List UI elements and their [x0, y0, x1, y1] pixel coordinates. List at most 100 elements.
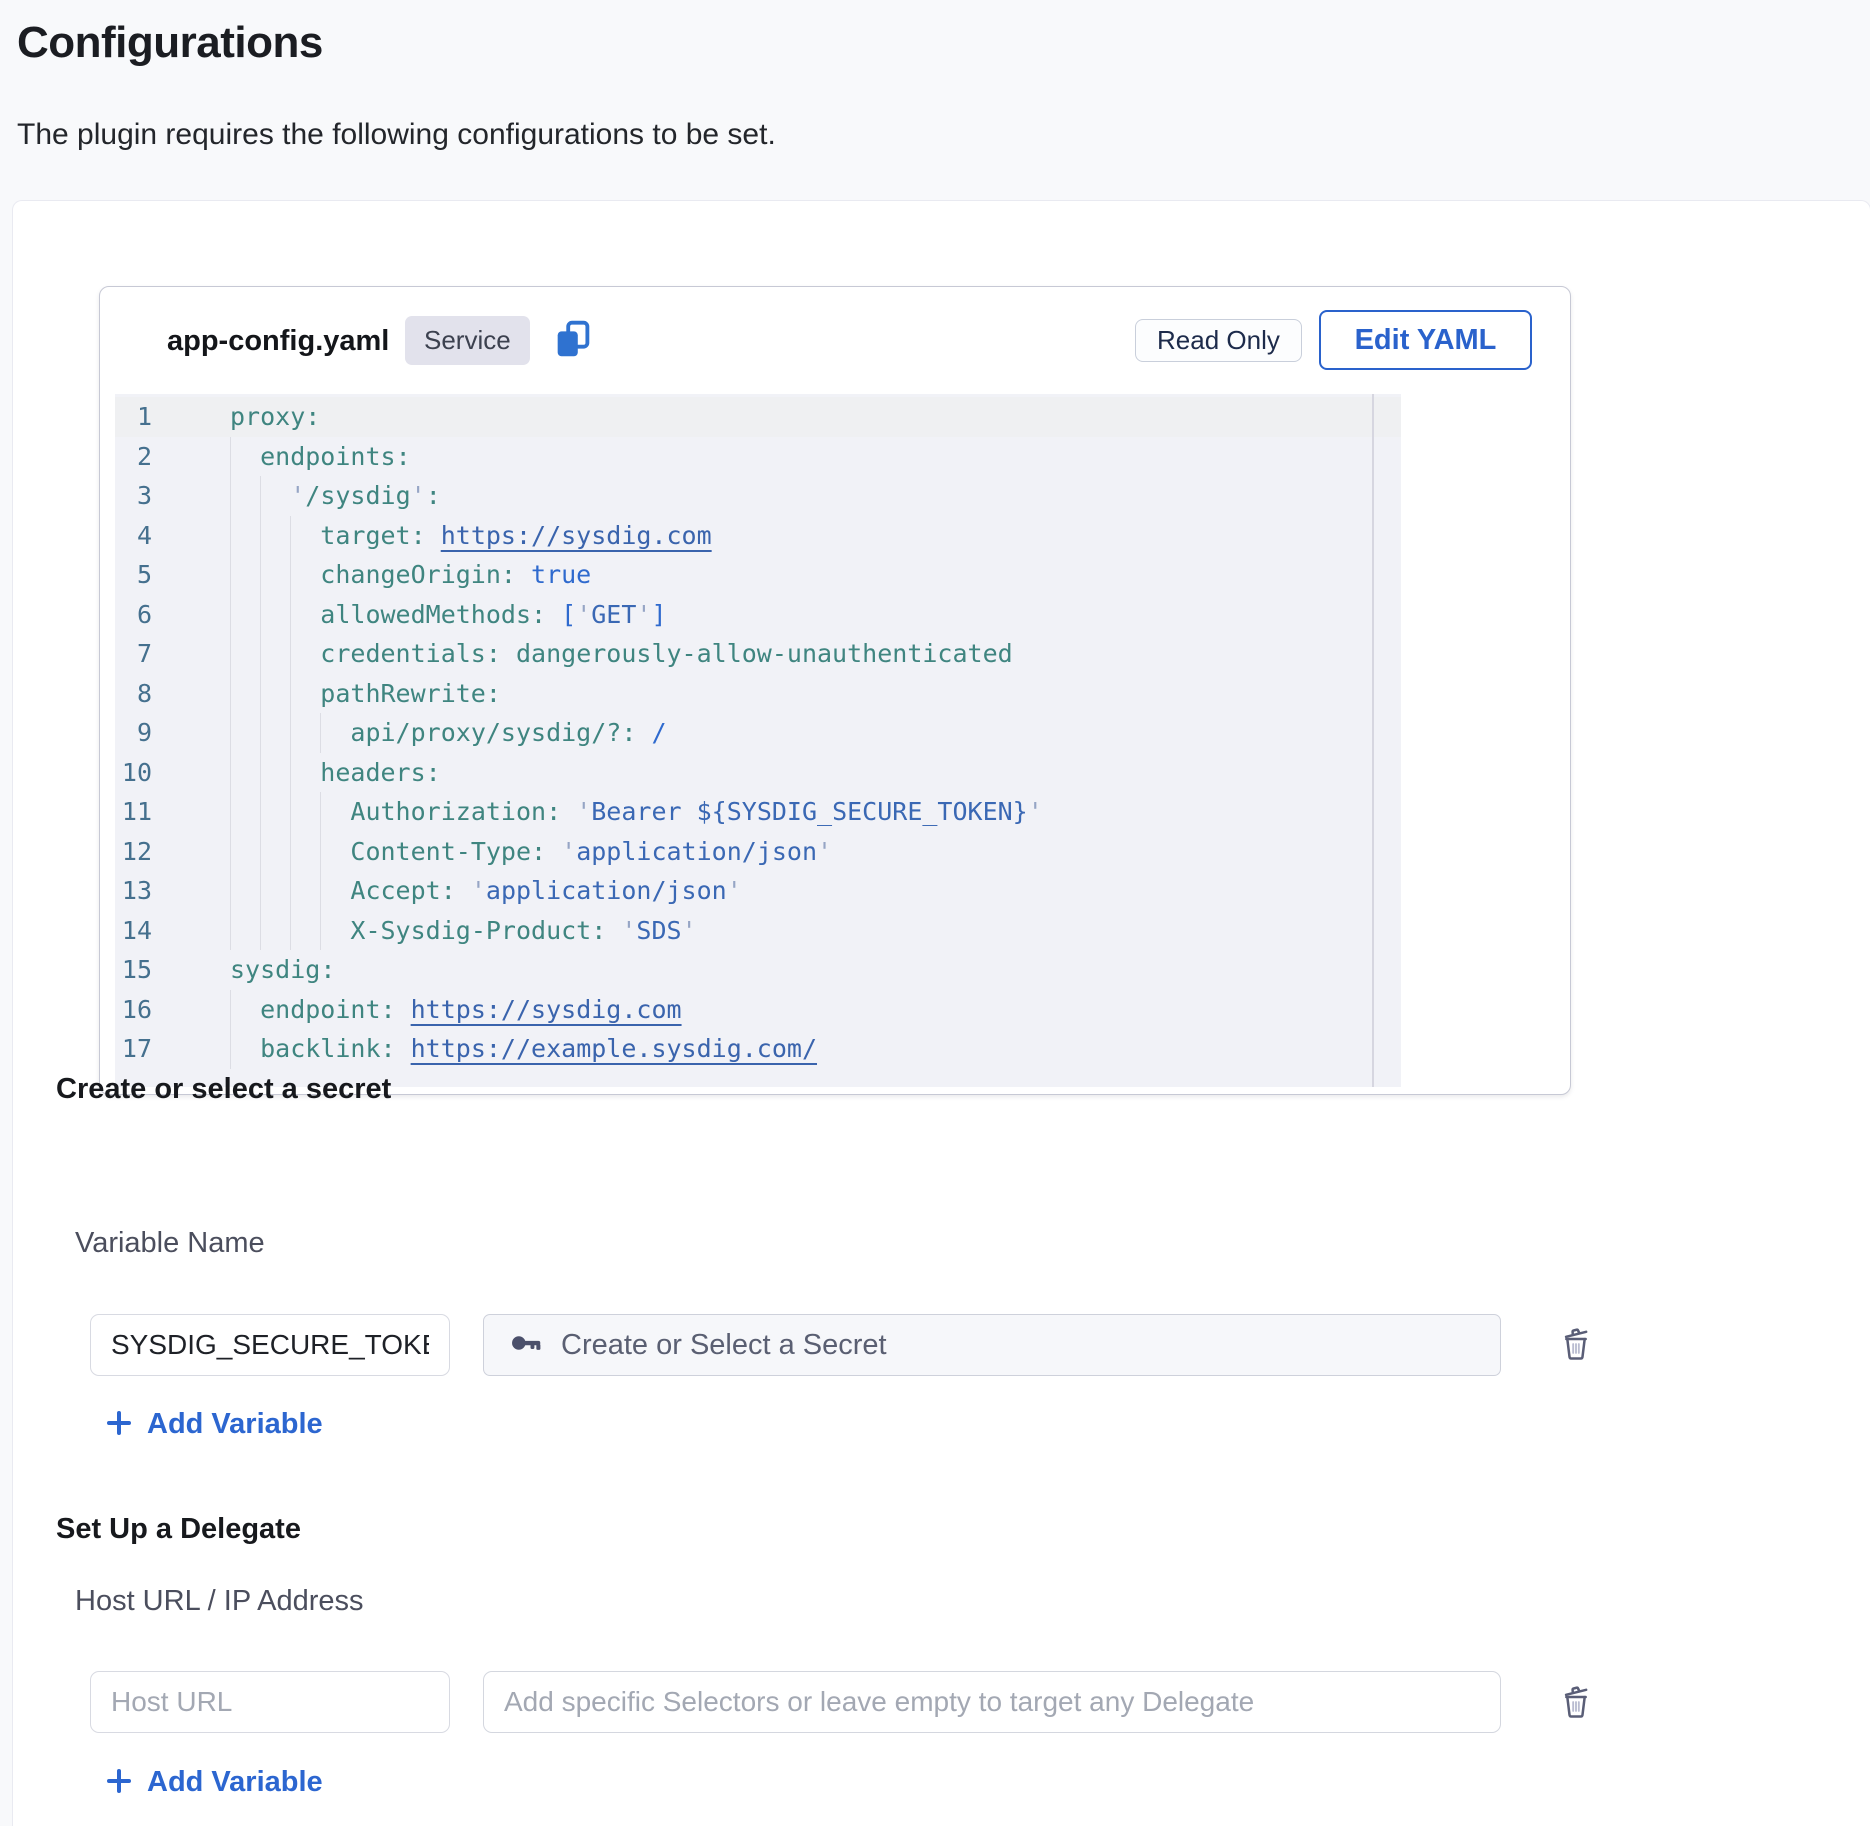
add-variable-label: Add Variable: [147, 1408, 323, 1441]
copy-button[interactable]: [549, 316, 597, 364]
line-number: 14: [115, 911, 152, 951]
delete-delegate-button[interactable]: [1555, 1681, 1597, 1723]
code-line: 10headers:: [115, 753, 1401, 793]
code-line: 5changeOrigin: true: [115, 555, 1401, 595]
indent-guide: [290, 871, 291, 911]
indent-guide: [290, 516, 291, 556]
line-number: 5: [115, 555, 152, 595]
key-icon: [508, 1325, 544, 1366]
secret-select-label: Create or Select a Secret: [561, 1329, 887, 1362]
code-area[interactable]: 1proxy:2endpoints:3'/sysdig':4target: ht…: [115, 394, 1401, 1087]
content-panel: app-config.yaml Service Read Only Edit Y…: [12, 200, 1870, 1826]
indent-guide: [290, 674, 291, 714]
read-only-badge: Read Only: [1135, 319, 1302, 362]
indent-guide: [230, 516, 231, 556]
line-number: 4: [115, 516, 152, 556]
line-number: 13: [115, 871, 152, 911]
indent-guide: [260, 555, 261, 595]
indent-guide: [320, 713, 321, 753]
indent-guide: [230, 753, 231, 793]
code-line: 14X-Sysdig-Product: 'SDS': [115, 911, 1401, 951]
code-line: 8pathRewrite:: [115, 674, 1401, 714]
code-line: 11Authorization: 'Bearer ${SYSDIG_SECURE…: [115, 792, 1401, 832]
code-line: 6allowedMethods: ['GET']: [115, 595, 1401, 635]
line-number: 2: [115, 437, 152, 477]
indent-guide: [230, 911, 231, 951]
delegate-section-heading: Set Up a Delegate: [56, 1513, 301, 1546]
indent-guide: [290, 753, 291, 793]
line-number: 1: [115, 397, 152, 437]
code-line: 15sysdig:: [115, 950, 1401, 990]
indent-guide: [260, 595, 261, 635]
configurations-page: Configurations The plugin requires the f…: [0, 0, 1870, 1826]
delete-variable-button[interactable]: [1555, 1323, 1597, 1365]
add-variable-button-secret[interactable]: Add Variable: [103, 1407, 323, 1442]
indent-guide: [230, 634, 231, 674]
page-title: Configurations: [17, 18, 323, 68]
indent-guide: [260, 476, 261, 516]
host-url-label: Host URL / IP Address: [75, 1585, 364, 1618]
line-number: 7: [115, 634, 152, 674]
variable-name-input[interactable]: [90, 1314, 450, 1376]
secret-select[interactable]: Create or Select a Secret: [483, 1314, 1501, 1376]
indent-guide: [260, 832, 261, 872]
service-badge: Service: [405, 316, 530, 365]
indent-guide: [230, 595, 231, 635]
trash-icon: [1556, 1709, 1596, 1724]
trash-icon: [1556, 1351, 1596, 1366]
indent-guide: [230, 674, 231, 714]
add-variable-label: Add Variable: [147, 1766, 323, 1799]
code-line: 17backlink: https://example.sysdig.com/: [115, 1029, 1401, 1069]
editor-scrollbar[interactable]: [1372, 394, 1374, 1087]
add-variable-button-delegate[interactable]: Add Variable: [103, 1765, 323, 1800]
line-number: 12: [115, 832, 152, 872]
code-line: 4target: https://sysdig.com: [115, 516, 1401, 556]
plus-icon: [103, 1765, 135, 1800]
code-line: 12Content-Type: 'application/json': [115, 832, 1401, 872]
code-line: 2endpoints:: [115, 437, 1401, 477]
code-line: 3'/sysdig':: [115, 476, 1401, 516]
line-number: 3: [115, 476, 152, 516]
indent-guide: [320, 792, 321, 832]
page-subtitle: The plugin requires the following config…: [17, 118, 776, 152]
indent-guide: [320, 832, 321, 872]
indent-guide: [290, 832, 291, 872]
delegate-selectors-input[interactable]: [483, 1671, 1501, 1733]
indent-guide: [230, 476, 231, 516]
indent-guide: [290, 792, 291, 832]
line-number: 17: [115, 1029, 152, 1069]
line-number: 15: [115, 950, 152, 990]
indent-guide: [290, 911, 291, 951]
line-number: 9: [115, 713, 152, 753]
yaml-filename: app-config.yaml: [167, 325, 389, 358]
indent-guide: [260, 911, 261, 951]
indent-guide: [290, 555, 291, 595]
indent-guide: [230, 990, 231, 1030]
secret-section-heading: Create or select a secret: [56, 1073, 391, 1106]
code-line: 7credentials: dangerously-allow-unauthen…: [115, 634, 1401, 674]
host-url-input[interactable]: [90, 1671, 450, 1733]
edit-yaml-button[interactable]: Edit YAML: [1319, 310, 1532, 370]
line-number: 11: [115, 792, 152, 832]
yaml-card: app-config.yaml Service Read Only Edit Y…: [99, 286, 1571, 1095]
code-line: 1proxy:: [115, 397, 1401, 437]
indent-guide: [320, 871, 321, 911]
indent-guide: [290, 713, 291, 753]
indent-guide: [230, 1029, 231, 1069]
indent-guide: [230, 713, 231, 753]
copy-icon: [550, 350, 596, 365]
variable-name-label: Variable Name: [75, 1227, 265, 1260]
indent-guide: [230, 555, 231, 595]
code-line: 13Accept: 'application/json': [115, 871, 1401, 911]
indent-guide: [260, 792, 261, 832]
indent-guide: [260, 713, 261, 753]
line-number: 8: [115, 674, 152, 714]
indent-guide: [260, 871, 261, 911]
indent-guide: [290, 634, 291, 674]
code-line: 16endpoint: https://sysdig.com: [115, 990, 1401, 1030]
indent-guide: [320, 911, 321, 951]
indent-guide: [230, 871, 231, 911]
indent-guide: [260, 674, 261, 714]
indent-guide: [260, 516, 261, 556]
line-number: 6: [115, 595, 152, 635]
